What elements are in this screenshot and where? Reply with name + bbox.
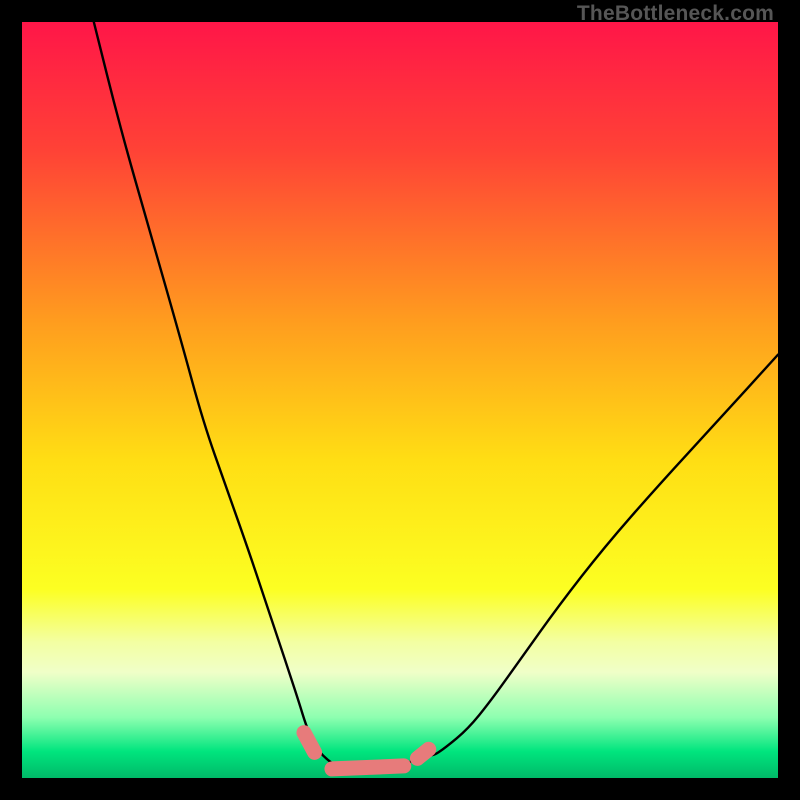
chart-svg [22, 22, 778, 778]
highlight-segment [332, 766, 404, 769]
attribution-text: TheBottleneck.com [577, 2, 774, 26]
gradient-background [22, 22, 778, 778]
highlight-segment [417, 749, 428, 758]
chart-frame: TheBottleneck.com [0, 0, 800, 800]
plot-area [22, 22, 778, 778]
highlight-segment [304, 733, 315, 753]
